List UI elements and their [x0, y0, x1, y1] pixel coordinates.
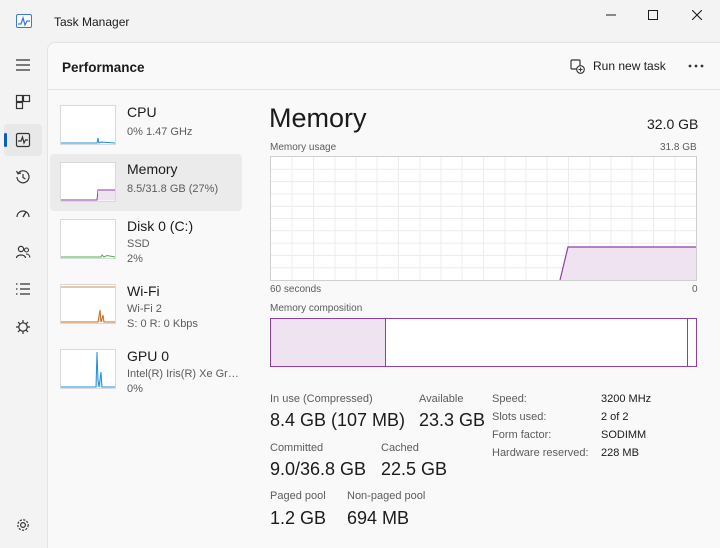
- device-detail: 8.5/31.8 GB (27%): [127, 183, 219, 195]
- maximize-button[interactable]: [630, 0, 676, 30]
- nav-details[interactable]: [4, 273, 42, 305]
- disk-thumbnail-graph: [60, 219, 116, 259]
- device-detail: 0% 1.47 GHz: [127, 126, 193, 138]
- speed-value: 3200 MHz: [601, 393, 652, 405]
- page-title: Performance: [62, 60, 145, 75]
- close-button[interactable]: [674, 0, 720, 30]
- non-paged-pool-value: 694 MB: [347, 508, 410, 528]
- nav-processes[interactable]: [4, 86, 42, 118]
- hamburger-menu-icon: [16, 59, 30, 71]
- panel-header: Performance Run new task: [48, 43, 720, 90]
- details-icon: [16, 283, 30, 295]
- title-bar: Task Manager: [0, 0, 720, 42]
- run-new-task-icon: [570, 58, 585, 74]
- device-item-disk[interactable]: Disk 0 (C:) SSD 2%: [50, 211, 242, 268]
- slots-used-value: 2 of 2: [601, 411, 629, 423]
- graph-time-right: 0: [692, 284, 698, 295]
- memory-usage-max: 31.8 GB: [660, 142, 697, 153]
- device-name: Wi-Fi: [127, 283, 160, 299]
- minimize-button[interactable]: [588, 0, 634, 30]
- graph-time-left: 60 seconds: [270, 284, 322, 295]
- available-label: Available: [419, 393, 464, 405]
- in-use-label: In use (Compressed): [270, 393, 373, 405]
- cpu-thumbnail-graph: [60, 105, 116, 145]
- form-factor-key: Form factor:: [492, 429, 552, 441]
- memory-thumbnail-graph: [60, 162, 116, 202]
- slots-used-key: Slots used:: [492, 411, 547, 423]
- composition-modified-divider: [687, 319, 688, 366]
- nav-services[interactable]: [4, 311, 42, 343]
- memory-composition-bar: [270, 318, 697, 367]
- nav-active-indicator: [4, 133, 7, 147]
- composition-in-use-segment: [271, 319, 386, 366]
- minimize-icon: [606, 14, 616, 16]
- run-new-task-label: Run new task: [593, 59, 666, 73]
- hardware-reserved-key: Hardware reserved:: [492, 447, 589, 459]
- in-use-value: 8.4 GB (107 MB): [270, 410, 406, 430]
- device-name: GPU 0: [127, 348, 170, 364]
- non-paged-pool-label: Non-paged pool: [347, 490, 426, 502]
- performance-icon: [15, 132, 31, 148]
- device-name: Disk 0 (C:): [127, 218, 194, 234]
- available-value: 23.3 GB: [419, 410, 486, 430]
- form-factor-value: SODIMM: [601, 429, 647, 441]
- memory-usage-label: Memory usage: [270, 142, 337, 153]
- paged-pool-label: Paged pool: [270, 490, 326, 502]
- maximize-icon: [648, 10, 658, 20]
- speed-key: Speed:: [492, 393, 527, 405]
- nav-performance[interactable]: [4, 124, 42, 156]
- device-item-gpu[interactable]: GPU 0 Intel(R) Iris(R) Xe Graphics 0%: [50, 341, 242, 398]
- device-name: Memory: [127, 161, 178, 177]
- device-item-cpu[interactable]: CPU 0% 1.47 GHz: [50, 97, 242, 154]
- device-detail-secondary: S: 0 R: 0 Kbps: [127, 318, 198, 330]
- app-history-icon: [15, 170, 30, 184]
- cached-value: 22.5 GB: [381, 459, 448, 479]
- memory-usage-graph: [270, 156, 697, 281]
- nav-app-history[interactable]: [4, 161, 42, 193]
- paged-pool-value: 1.2 GB: [270, 508, 327, 528]
- device-name: CPU: [127, 104, 157, 120]
- nav-menu-button[interactable]: [4, 49, 42, 81]
- nav-users[interactable]: [4, 236, 42, 268]
- hardware-reserved-value: 228 MB: [601, 447, 639, 459]
- committed-value: 9.0/36.8 GB: [270, 459, 367, 479]
- device-item-wifi[interactable]: Wi-Fi Wi-Fi 2 S: 0 R: 0 Kbps: [50, 276, 242, 333]
- wifi-thumbnail-graph: [60, 284, 116, 324]
- device-item-memory[interactable]: Memory 8.5/31.8 GB (27%): [50, 154, 242, 211]
- run-new-task-button[interactable]: Run new task: [566, 53, 670, 79]
- window-title: Task Manager: [54, 15, 130, 29]
- settings-icon: [17, 519, 29, 531]
- gpu-thumbnail-graph: [60, 349, 116, 389]
- processes-icon: [15, 94, 31, 110]
- memory-total: 32.0 GB: [647, 116, 699, 132]
- device-detail-secondary: 0%: [127, 383, 143, 395]
- committed-label: Committed: [270, 442, 324, 454]
- cached-label: Cached: [381, 442, 419, 454]
- memory-composition-label: Memory composition: [270, 303, 363, 314]
- users-icon: [15, 245, 31, 259]
- services-icon: [16, 320, 30, 334]
- detail-title: Memory: [269, 103, 367, 133]
- close-icon: [692, 10, 702, 20]
- more-options-button[interactable]: [682, 53, 710, 79]
- device-detail: Wi-Fi 2: [127, 303, 162, 315]
- nav-startup-apps[interactable]: [4, 198, 42, 230]
- main-panel: Performance Run new task CPU 0% 1.47 GHz…: [47, 42, 720, 548]
- device-detail-secondary: 2%: [127, 253, 143, 265]
- nav-settings[interactable]: [4, 509, 42, 541]
- device-detail: SSD: [127, 238, 150, 250]
- device-detail: Intel(R) Iris(R) Xe Graphics: [127, 368, 242, 380]
- startup-apps-icon: [16, 210, 30, 218]
- task-manager-app-icon: [16, 14, 32, 28]
- more-options-icon: [688, 64, 704, 68]
